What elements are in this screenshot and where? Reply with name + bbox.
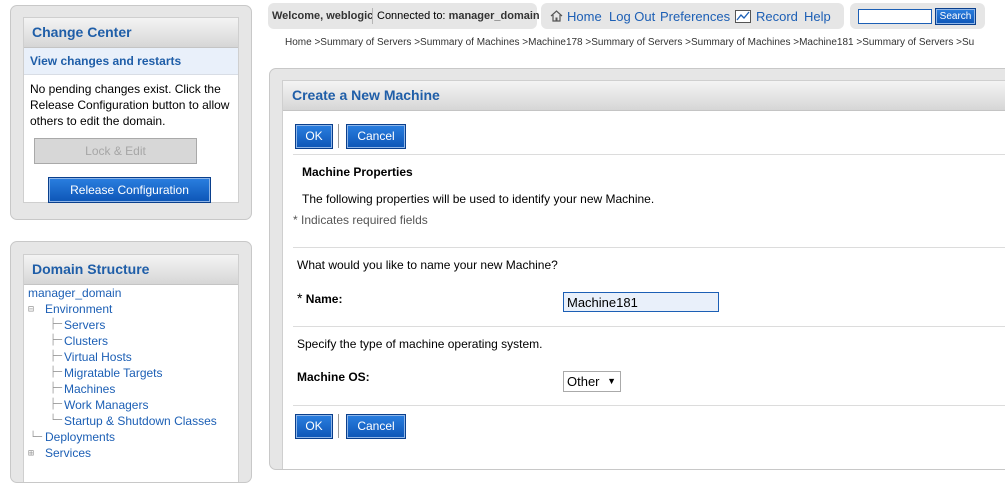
- record-icon[interactable]: [735, 10, 751, 23]
- tree-item-virtual-hosts[interactable]: Virtual Hosts: [64, 349, 132, 365]
- domain-structure-title: Domain Structure: [24, 255, 238, 285]
- tree-item-work-managers[interactable]: Work Managers: [64, 397, 148, 413]
- expand-icon[interactable]: ⊞: [28, 446, 34, 462]
- tree-item-machines[interactable]: Machines: [64, 381, 115, 397]
- collapse-icon[interactable]: ⊟: [28, 302, 34, 318]
- domain-structure-panel: Domain Structure manager_domain ⊟ Enviro…: [10, 241, 252, 483]
- machine-os-selected: Other: [567, 374, 600, 389]
- tree-connector-lines: ├─ ├─ ├─ ├─ ├─ ├─ └─: [50, 319, 63, 426]
- change-center-title: Change Center: [24, 18, 238, 48]
- name-label: * Name:: [297, 290, 343, 306]
- tree-item-startup-shutdown-classes[interactable]: Startup & Shutdown Classes: [64, 413, 217, 429]
- home-link[interactable]: Home: [567, 9, 602, 24]
- welcome-divider: [372, 8, 373, 24]
- preferences-link[interactable]: Preferences: [660, 9, 730, 24]
- logout-link[interactable]: Log Out: [609, 9, 655, 24]
- name-question: What would you like to name your new Mac…: [297, 258, 558, 272]
- change-center-panel: Change Center View changes and restarts …: [10, 5, 252, 220]
- help-link[interactable]: Help: [804, 9, 831, 24]
- change-center-content: Change Center View changes and restarts …: [23, 17, 239, 203]
- machine-os-label: Machine OS:: [297, 370, 370, 384]
- tree-item-deployments[interactable]: Deployments: [45, 429, 115, 445]
- required-fields-note: * Indicates required fields: [293, 213, 428, 227]
- breadcrumb[interactable]: Home >Summary of Servers >Summary of Mac…: [285, 37, 1005, 48]
- ok-button-top[interactable]: OK: [295, 124, 333, 149]
- lock-edit-button: Lock & Edit: [34, 138, 197, 164]
- separator-2: [293, 247, 1005, 248]
- tree-connector-deployments: └─: [30, 432, 43, 443]
- cancel-button-bottom[interactable]: Cancel: [346, 414, 406, 439]
- ok-button-bottom[interactable]: OK: [295, 414, 333, 439]
- domain-structure-content: Domain Structure manager_domain ⊟ Enviro…: [23, 254, 239, 482]
- create-machine-content: Create a New Machine OK Cancel Machine P…: [282, 80, 1005, 469]
- search-input[interactable]: [858, 9, 932, 24]
- tree-item-servers[interactable]: Servers: [64, 317, 105, 333]
- welcome-box: Welcome, weblogic Connected to: manager_…: [268, 3, 540, 29]
- pending-changes-message: No pending changes exist. Click the Rele…: [30, 82, 230, 128]
- view-changes-link[interactable]: View changes and restarts: [24, 48, 238, 75]
- toolbar-links: Home Log Out Preferences Record Help: [541, 3, 844, 29]
- search-box: Search: [850, 3, 985, 29]
- tree-item-environment[interactable]: Environment: [45, 301, 112, 317]
- form-title: Create a New Machine: [283, 81, 1005, 111]
- tree-root-domain[interactable]: manager_domain: [28, 285, 121, 301]
- create-machine-panel: Create a New Machine OK Cancel Machine P…: [269, 68, 1005, 470]
- separator-1: [293, 154, 1005, 155]
- cancel-button-top[interactable]: Cancel: [346, 124, 406, 149]
- tree-item-migratable-targets[interactable]: Migratable Targets: [64, 365, 163, 381]
- domain-tree: manager_domain ⊟ Environment ├─ ├─ ├─ ├─ ├─ ├…: [26, 285, 240, 465]
- chevron-down-icon: ▼: [607, 376, 616, 386]
- record-link[interactable]: Record: [756, 9, 798, 24]
- tree-item-clusters[interactable]: Clusters: [64, 333, 108, 349]
- tree-item-services[interactable]: Services: [45, 445, 91, 461]
- section-description: The following properties will be used to…: [302, 192, 655, 206]
- connected-text: Connected to: manager_domain: [377, 10, 540, 22]
- separator-3: [293, 326, 1005, 327]
- button-divider-bottom: [338, 414, 339, 438]
- home-icon[interactable]: [550, 10, 563, 22]
- separator-4: [293, 405, 1005, 406]
- required-asterisk: *: [297, 290, 303, 306]
- os-question: Specify the type of machine operating sy…: [297, 337, 543, 351]
- search-button[interactable]: Search: [935, 8, 976, 25]
- release-configuration-button[interactable]: Release Configuration: [48, 177, 211, 203]
- button-divider-top: [338, 124, 339, 148]
- machine-properties-heading: Machine Properties: [302, 165, 413, 179]
- machine-os-select[interactable]: Other ▼: [563, 371, 621, 392]
- name-input[interactable]: [563, 292, 719, 312]
- welcome-text: Welcome, weblogic: [272, 10, 374, 22]
